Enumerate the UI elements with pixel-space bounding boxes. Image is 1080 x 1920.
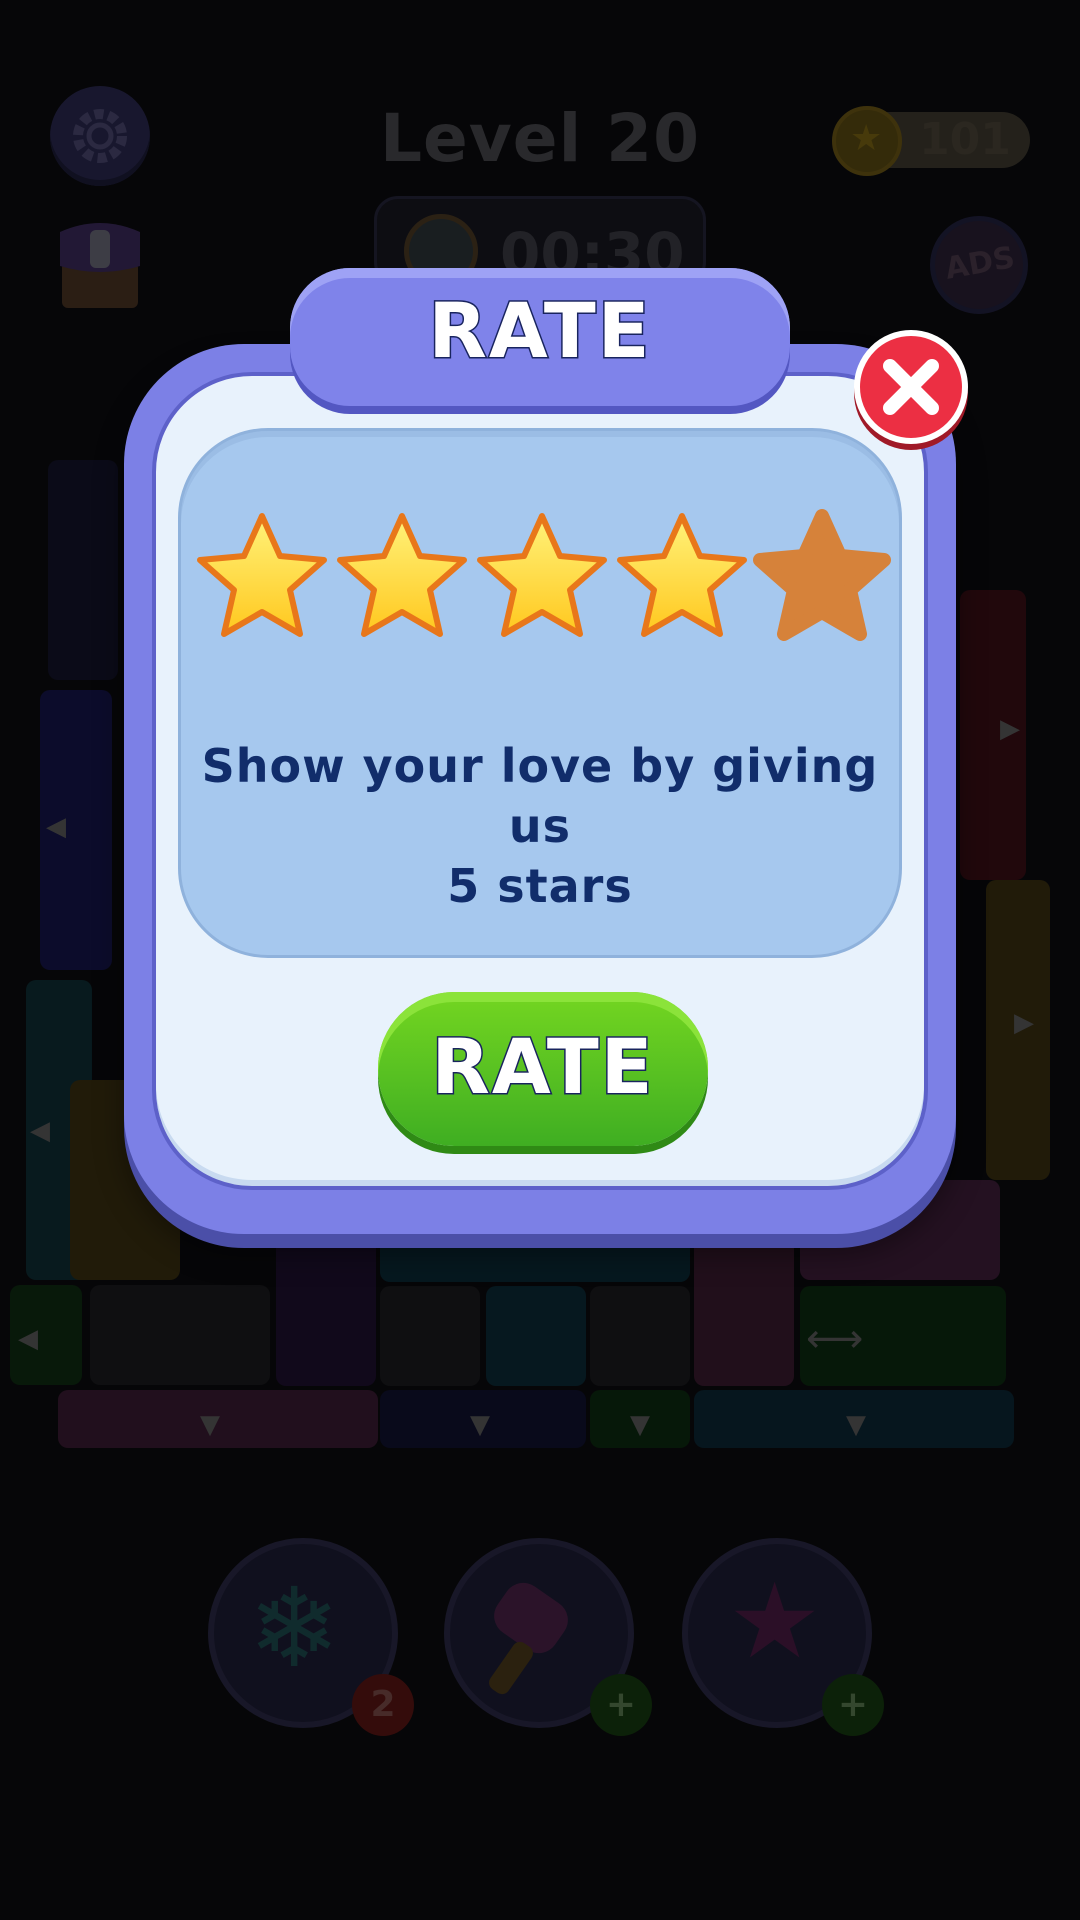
dialog-title: RATE [427, 285, 652, 377]
rate-message-line2: 5 stars [447, 859, 633, 913]
close-button[interactable] [854, 330, 968, 444]
star-filled-icon[interactable] [472, 508, 612, 648]
star-filled-icon[interactable] [332, 508, 472, 648]
star-empty-icon[interactable] [752, 508, 892, 648]
rate-message: Show your love by giving us 5 stars [180, 736, 900, 916]
star-filled-icon[interactable] [192, 508, 332, 648]
close-icon [883, 359, 939, 415]
star-filled-icon[interactable] [612, 508, 752, 648]
rate-button-label: RATE [430, 1021, 655, 1113]
rate-message-line1: Show your love by giving us [201, 739, 879, 853]
rate-button[interactable]: RATE [378, 992, 708, 1146]
